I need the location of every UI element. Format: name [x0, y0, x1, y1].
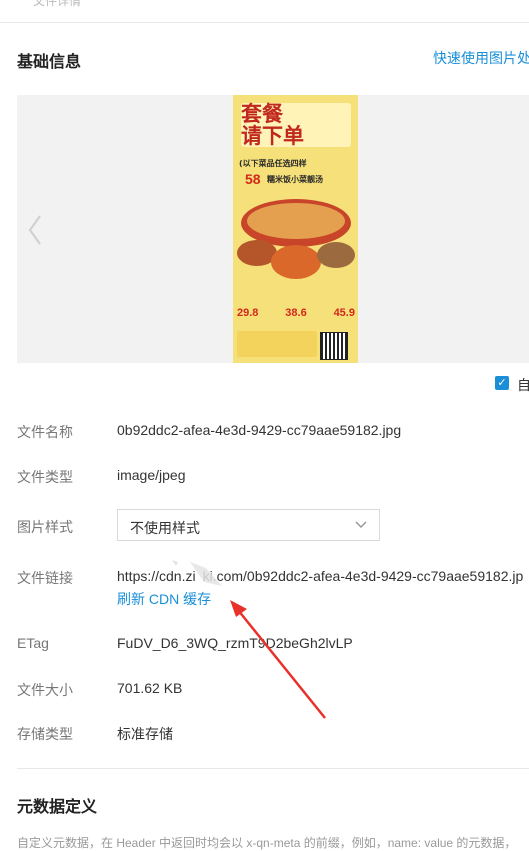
refresh-cdn-button[interactable]: 刷新 CDN 缓存 — [117, 589, 211, 609]
poster-dish — [271, 245, 321, 279]
poster-price-tag: 58 — [245, 171, 261, 187]
metadata-title: 元数据定义 — [17, 799, 98, 816]
file-name-value: 0b92ddc2-afea-4e3d-9429-cc79aae59182.jpg — [117, 422, 402, 438]
file-type-label: 文件类型 — [17, 469, 73, 485]
poster-footer — [237, 331, 317, 357]
poster-hotpot-food — [247, 203, 345, 239]
image-style-select[interactable]: 不使用样式 — [117, 509, 380, 541]
etag-label: ETag — [17, 635, 49, 651]
file-size-label: 文件大小 — [17, 682, 73, 698]
storage-type-label: 存储类型 — [17, 726, 73, 742]
top-header-strip: 文件详情 — [0, 0, 529, 23]
file-type-value: image/jpeg — [117, 467, 186, 483]
poster-prices: 29.8 38.6 45.9 — [237, 307, 355, 319]
image-style-selected: 不使用样式 — [130, 520, 200, 536]
poster-qr-code — [320, 332, 348, 360]
image-style-label: 图片样式 — [17, 519, 73, 535]
basic-info-title: 基础信息 — [17, 54, 82, 71]
poster-line2: 糯米饭小菜靓汤 — [267, 175, 323, 184]
quick-image-processing-link[interactable]: 快速使用图片处理 — [433, 48, 529, 68]
poster-subline: (以下菜品任选四样 — [239, 159, 307, 168]
file-size-value: 701.62 KB — [117, 680, 183, 696]
header-cut-text: 文件详情 — [33, 0, 82, 8]
poster-price: 45.9 — [333, 307, 355, 319]
arrow-shaft — [237, 609, 326, 719]
poster-headline: 套餐 请下单 — [241, 102, 304, 148]
poster-dish — [317, 242, 355, 268]
poster-price: 38.6 — [285, 307, 307, 319]
auto-checkbox[interactable]: ✓ — [495, 376, 509, 390]
poster-price: 29.8 — [237, 307, 259, 319]
checkmark-icon: ✓ — [497, 377, 507, 389]
redaction-smudge — [172, 560, 222, 586]
arrow-head — [230, 600, 247, 617]
poster-image: 套餐 请下单 (以下菜品任选四样 58 糯米饭小菜靓汤 29.8 38.6 45.… — [233, 95, 358, 363]
file-link-label: 文件链接 — [17, 570, 73, 586]
chevron-left-icon[interactable] — [26, 212, 44, 248]
storage-type-value: 标准存储 — [117, 726, 173, 742]
chevron-down-icon — [355, 521, 367, 529]
metadata-description: 自定义元数据，在 Header 中返回时均会以 x-qn-meta 的前缀，例如… — [17, 836, 517, 850]
auto-checkbox-label: 自 — [517, 377, 529, 393]
etag-value: FuDV_D6_3WQ_rzmT9D2beGh2lvLP — [117, 635, 353, 651]
section-divider — [17, 768, 529, 769]
image-preview: 套餐 请下单 (以下菜品任选四样 58 糯米饭小菜靓汤 29.8 38.6 45.… — [17, 95, 529, 363]
file-name-label: 文件名称 — [17, 424, 73, 440]
